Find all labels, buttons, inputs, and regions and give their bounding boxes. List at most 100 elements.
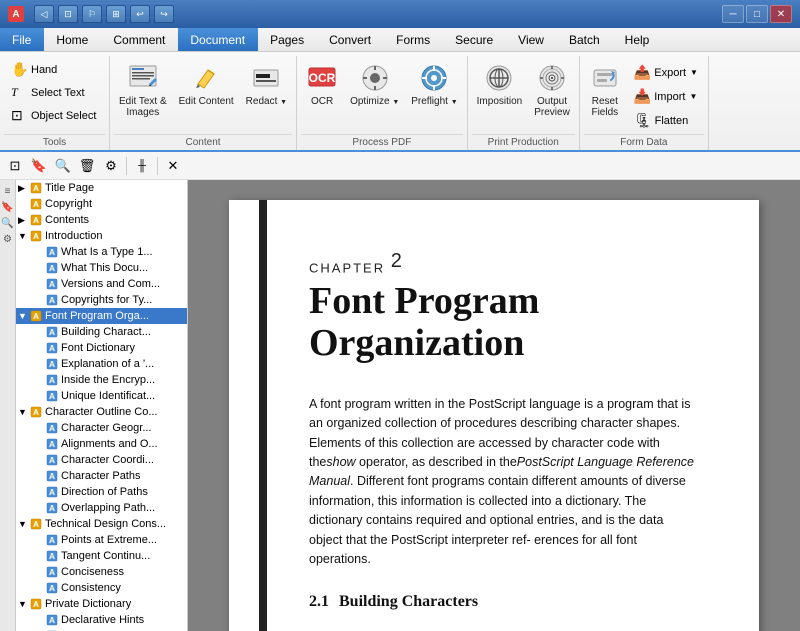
- action-close[interactable]: ✕: [162, 155, 184, 177]
- nav-item[interactable]: ATangent Continu...: [16, 548, 187, 564]
- menu-file[interactable]: File: [0, 28, 44, 51]
- left-icon-3[interactable]: 🔍: [1, 216, 15, 230]
- edit-text-images-icon: [127, 62, 159, 94]
- optimize-button[interactable]: Optimize ▼: [345, 58, 404, 110]
- menu-secure[interactable]: Secure: [443, 28, 506, 51]
- tb-back[interactable]: ◁: [34, 5, 54, 23]
- nav-item-label: Conciseness: [61, 566, 124, 578]
- flatten-icon: 🗜: [634, 112, 652, 129]
- nav-item[interactable]: ADirection of Paths: [16, 484, 187, 500]
- nav-item[interactable]: AExplanation of a '...: [16, 356, 187, 372]
- imposition-button[interactable]: Imposition: [472, 58, 528, 110]
- tb-undo[interactable]: ↩: [130, 5, 150, 23]
- nav-item-icon: A: [46, 438, 58, 450]
- action-delete[interactable]: 🗑: [76, 155, 98, 177]
- nav-item[interactable]: ACharacter Paths: [16, 468, 187, 484]
- expand-icon: ▼: [18, 231, 30, 241]
- nav-item[interactable]: AAlignments and O...: [16, 436, 187, 452]
- nav-item-icon: A: [30, 214, 42, 226]
- nav-item[interactable]: ▶AContents: [16, 212, 187, 228]
- menu-comment[interactable]: Comment: [101, 28, 178, 51]
- menu-help[interactable]: Help: [613, 28, 663, 51]
- nav-item[interactable]: AInside the Encryp...: [16, 372, 187, 388]
- nav-item[interactable]: AOverlapping Path...: [16, 500, 187, 516]
- nav-item[interactable]: AVersions and Com...: [16, 276, 187, 292]
- action-settings[interactable]: ⚙: [100, 155, 122, 177]
- menu-forms[interactable]: Forms: [384, 28, 443, 51]
- import-button[interactable]: 📥 Import ▼: [628, 85, 704, 108]
- select-text-tool[interactable]: T Select Text: [4, 82, 103, 103]
- output-preview-label: OutputPreview: [534, 96, 570, 118]
- nav-item-label: Consistency: [61, 582, 121, 594]
- action-columns[interactable]: ╫: [131, 155, 153, 177]
- pdf-viewer[interactable]: CHAPTER 2 Font Program Organization A fo…: [188, 180, 800, 631]
- import-icon: 📥: [634, 88, 651, 105]
- nav-item[interactable]: ▶ATitle Page: [16, 180, 187, 196]
- svg-text:A: A: [33, 216, 39, 225]
- reset-fields-label: ResetFields: [591, 96, 618, 118]
- app-icon: A: [8, 6, 24, 22]
- nav-item[interactable]: ▼AIntroduction: [16, 228, 187, 244]
- redact-button[interactable]: Redact ▼: [241, 58, 292, 110]
- nav-item[interactable]: ACharacter Geogr...: [16, 420, 187, 436]
- object-select-tool[interactable]: ⊡ Object Select: [4, 104, 103, 127]
- action-toggle[interactable]: ⊡: [4, 155, 26, 177]
- nav-item-icon: A: [46, 374, 58, 386]
- flatten-label: Flatten: [655, 115, 689, 127]
- nav-item[interactable]: AFont Dictionary: [16, 340, 187, 356]
- nav-item[interactable]: AWhat Is a Type 1...: [16, 244, 187, 260]
- svg-text:A: A: [49, 504, 55, 513]
- nav-item[interactable]: ACharacter Coordi...: [16, 452, 187, 468]
- hand-tool[interactable]: ✋ Hand: [4, 58, 103, 81]
- nav-item[interactable]: ACopyright: [16, 196, 187, 212]
- svg-text:A: A: [33, 184, 39, 193]
- nav-item-icon: A: [30, 518, 42, 530]
- ribbon-group-process: OCR OCR Optimize ▼: [297, 56, 468, 150]
- nav-item[interactable]: AConsistency: [16, 580, 187, 596]
- flatten-button[interactable]: 🗜 Flatten: [628, 109, 704, 132]
- close-button[interactable]: ✕: [770, 5, 792, 23]
- nav-item-label: Copyrights for Ty...: [61, 294, 152, 306]
- nav-item[interactable]: APoints at Extreme...: [16, 532, 187, 548]
- nav-item[interactable]: ▼APrivate Dictionary: [16, 596, 187, 612]
- reset-fields-button[interactable]: ResetFields: [584, 58, 626, 121]
- edit-text-images-button[interactable]: Edit Text &Images: [114, 58, 172, 121]
- nav-item[interactable]: ACopyrights for Ty...: [16, 292, 187, 308]
- nav-item[interactable]: ▼ATechnical Design Cons...: [16, 516, 187, 532]
- nav-item[interactable]: AUnique Identificat...: [16, 388, 187, 404]
- output-preview-button[interactable]: OutputPreview: [529, 58, 575, 121]
- tb-home[interactable]: ⊡: [58, 5, 78, 23]
- tb-grid[interactable]: ⊞: [106, 5, 126, 23]
- menu-home[interactable]: Home: [44, 28, 101, 51]
- ocr-button[interactable]: OCR OCR: [301, 58, 343, 110]
- menu-document[interactable]: Document: [178, 28, 258, 51]
- nav-item[interactable]: AWhat This Docu...: [16, 260, 187, 276]
- maximize-button[interactable]: □: [746, 5, 768, 23]
- nav-item-label: Font Dictionary: [61, 342, 135, 354]
- tb-redo[interactable]: ↪: [154, 5, 174, 23]
- preflight-button[interactable]: Preflight ▼: [406, 58, 462, 110]
- nav-item[interactable]: ADeclarative Hints: [16, 612, 187, 628]
- nav-item[interactable]: ABuilding Charact...: [16, 324, 187, 340]
- menu-pages[interactable]: Pages: [258, 28, 317, 51]
- menu-convert[interactable]: Convert: [317, 28, 384, 51]
- nav-item[interactable]: ▼AFont Program Orga...: [16, 308, 187, 324]
- nav-item-icon: A: [46, 614, 58, 626]
- nav-item-label: Character Paths: [61, 470, 140, 482]
- menu-view[interactable]: View: [506, 28, 557, 51]
- minimize-button[interactable]: ─: [722, 5, 744, 23]
- action-bookmark[interactable]: 🔖: [28, 155, 50, 177]
- export-button[interactable]: 📤 Export ▼: [628, 61, 704, 84]
- menu-batch[interactable]: Batch: [557, 28, 613, 51]
- left-icon-2[interactable]: 🔖: [1, 200, 15, 214]
- nav-item[interactable]: AConciseness: [16, 564, 187, 580]
- nav-item[interactable]: ▼ACharacter Outline Co...: [16, 404, 187, 420]
- section-title: Building Characters: [339, 593, 478, 610]
- left-icon-1[interactable]: ≡: [1, 184, 15, 198]
- tb-flag[interactable]: ⚐: [82, 5, 102, 23]
- action-search[interactable]: 🔍: [52, 155, 74, 177]
- tools-content: ✋ Hand T Select Text ⊡ Object Select: [4, 58, 105, 132]
- svg-text:A: A: [33, 312, 39, 321]
- edit-content-button[interactable]: Edit Content: [174, 58, 239, 110]
- left-icon-4[interactable]: ⚙: [1, 232, 15, 246]
